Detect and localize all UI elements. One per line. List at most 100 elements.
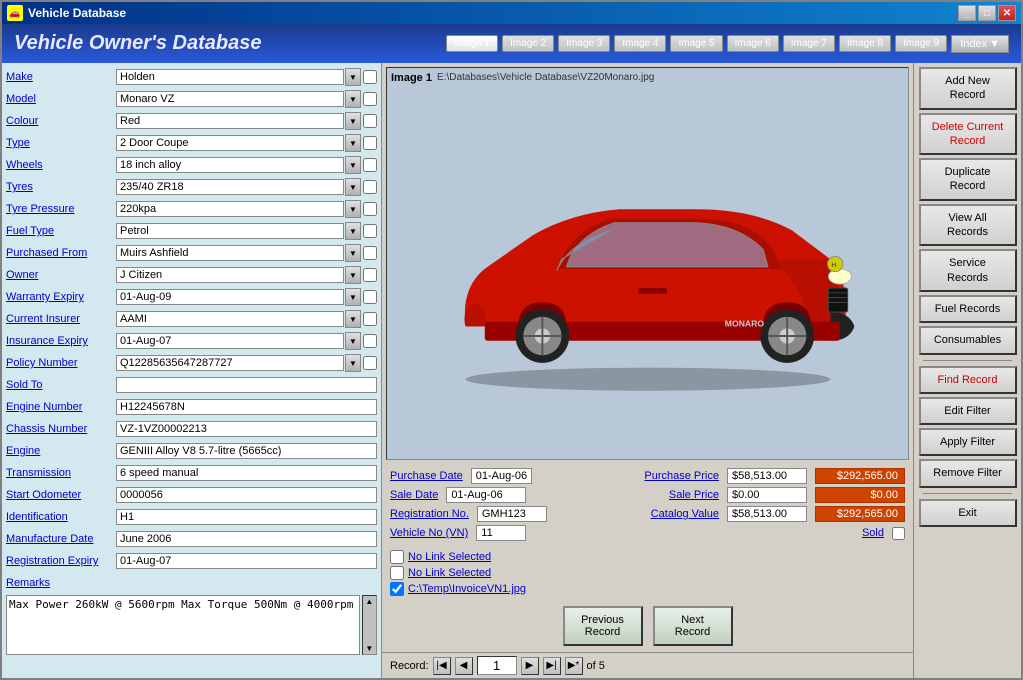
registration-expiry-label[interactable]: Registration Expiry xyxy=(6,555,116,567)
colour-label[interactable]: Colour xyxy=(6,115,116,127)
tyres-dropdown-icon[interactable]: ▼ xyxy=(345,178,361,196)
record-current-input[interactable] xyxy=(477,656,517,675)
engine-number-input[interactable] xyxy=(116,399,377,415)
start-odometer-input[interactable] xyxy=(116,487,377,503)
record-first-button[interactable]: |◀ xyxy=(433,657,451,675)
link-3-checkbox[interactable] xyxy=(390,582,404,596)
chassis-number-label[interactable]: Chassis Number xyxy=(6,423,116,435)
edit-filter-button[interactable]: Edit Filter xyxy=(919,397,1017,425)
owner-dropdown-icon[interactable]: ▼ xyxy=(345,266,361,284)
link-1-checkbox[interactable] xyxy=(390,550,404,564)
index-button[interactable]: Index ▼ xyxy=(951,35,1009,53)
current-insurer-dropdown-icon[interactable]: ▼ xyxy=(345,310,361,328)
policy-number-dropdown-icon[interactable]: ▼ xyxy=(345,354,361,372)
fuel-type-label[interactable]: Fuel Type xyxy=(6,225,116,237)
purchased-from-checkbox[interactable] xyxy=(363,246,377,260)
purchased-from-input[interactable] xyxy=(116,245,344,261)
transmission-label[interactable]: Transmission xyxy=(6,467,116,479)
remarks-scrollbar[interactable]: ▲ ▼ xyxy=(362,595,377,655)
transmission-input[interactable] xyxy=(116,465,377,481)
wheels-checkbox[interactable] xyxy=(363,158,377,172)
current-insurer-label[interactable]: Current Insurer xyxy=(6,313,116,325)
tyres-checkbox[interactable] xyxy=(363,180,377,194)
policy-number-input[interactable] xyxy=(116,355,344,371)
record-last-button[interactable]: ▶| xyxy=(543,657,561,675)
image-tab-6[interactable]: Image 6 xyxy=(727,35,779,52)
colour-dropdown-icon[interactable]: ▼ xyxy=(345,112,361,130)
next-record-button[interactable]: NextRecord xyxy=(653,606,733,646)
consumables-button[interactable]: Consumables xyxy=(919,326,1017,354)
policy-number-label[interactable]: Policy Number xyxy=(6,357,116,369)
maximize-button[interactable]: □ xyxy=(978,5,996,21)
fuel-records-button[interactable]: Fuel Records xyxy=(919,295,1017,323)
identification-label[interactable]: Identification xyxy=(6,511,116,523)
chassis-number-input[interactable] xyxy=(116,421,377,437)
insurance-expiry-input[interactable] xyxy=(116,333,344,349)
tyres-label[interactable]: Tyres xyxy=(6,181,116,193)
image-tab-1[interactable]: Image 1 xyxy=(446,35,498,52)
type-label[interactable]: Type xyxy=(6,137,116,149)
sale-date-label[interactable]: Sale Date xyxy=(390,489,438,501)
tyre-pressure-input[interactable] xyxy=(116,201,344,217)
purchased-from-label[interactable]: Purchased From xyxy=(6,247,116,259)
identification-input[interactable] xyxy=(116,509,377,525)
registration-expiry-input[interactable] xyxy=(116,553,377,569)
tyre-pressure-label[interactable]: Tyre Pressure xyxy=(6,203,116,215)
link-2-checkbox[interactable] xyxy=(390,566,404,580)
record-prev-button[interactable]: ◀ xyxy=(455,657,473,675)
fuel-type-input[interactable] xyxy=(116,223,344,239)
owner-label[interactable]: Owner xyxy=(6,269,116,281)
current-insurer-input[interactable] xyxy=(116,311,344,327)
owner-input[interactable] xyxy=(116,267,344,283)
previous-record-button[interactable]: PreviousRecord xyxy=(563,606,643,646)
image-tab-8[interactable]: Image 8 xyxy=(839,35,891,52)
link-1-text[interactable]: No Link Selected xyxy=(408,551,491,563)
purchase-date-label[interactable]: Purchase Date xyxy=(390,470,463,482)
make-input[interactable] xyxy=(116,69,344,85)
make-dropdown-icon[interactable]: ▼ xyxy=(345,68,361,86)
find-record-button[interactable]: Find Record xyxy=(919,366,1017,394)
record-new-button[interactable]: ▶* xyxy=(565,657,583,675)
wheels-input[interactable] xyxy=(116,157,344,173)
fuel-type-checkbox[interactable] xyxy=(363,224,377,238)
tyres-input[interactable] xyxy=(116,179,344,195)
exit-button[interactable]: Exit xyxy=(919,499,1017,527)
vehicle-no-input[interactable] xyxy=(476,525,526,541)
vehicle-no-label[interactable]: Vehicle No (VN) xyxy=(390,527,468,539)
remarks-label[interactable]: Remarks xyxy=(6,577,116,589)
tyre-pressure-dropdown-icon[interactable]: ▼ xyxy=(345,200,361,218)
engine-input[interactable] xyxy=(116,443,377,459)
image-tab-3[interactable]: Image 3 xyxy=(558,35,610,52)
wheels-label[interactable]: Wheels xyxy=(6,159,116,171)
engine-number-label[interactable]: Engine Number xyxy=(6,401,116,413)
warranty-expiry-dropdown-icon[interactable]: ▼ xyxy=(345,288,361,306)
catalog-value-label[interactable]: Catalog Value xyxy=(651,508,719,520)
wheels-dropdown-icon[interactable]: ▼ xyxy=(345,156,361,174)
minimize-button[interactable]: _ xyxy=(958,5,976,21)
sold-to-input[interactable] xyxy=(116,377,377,393)
type-checkbox[interactable] xyxy=(363,136,377,150)
tyre-pressure-checkbox[interactable] xyxy=(363,202,377,216)
image-tab-5[interactable]: Image 5 xyxy=(670,35,722,52)
scroll-down-icon[interactable]: ▼ xyxy=(365,644,373,653)
start-odometer-label[interactable]: Start Odometer xyxy=(6,489,116,501)
current-insurer-checkbox[interactable] xyxy=(363,312,377,326)
make-label[interactable]: Make xyxy=(6,71,116,83)
reg-no-label[interactable]: Registration No. xyxy=(390,508,469,520)
fuel-type-dropdown-icon[interactable]: ▼ xyxy=(345,222,361,240)
manufacture-date-label[interactable]: Manufacture Date xyxy=(6,533,116,545)
model-input[interactable] xyxy=(116,91,344,107)
type-input[interactable] xyxy=(116,135,344,151)
owner-checkbox[interactable] xyxy=(363,268,377,282)
insurance-expiry-label[interactable]: Insurance Expiry xyxy=(6,335,116,347)
colour-checkbox[interactable] xyxy=(363,114,377,128)
view-all-records-button[interactable]: View AllRecords xyxy=(919,204,1017,247)
image-tab-4[interactable]: Image 4 xyxy=(614,35,666,52)
link-2-text[interactable]: No Link Selected xyxy=(408,567,491,579)
sold-label[interactable]: Sold xyxy=(862,527,884,539)
model-checkbox[interactable] xyxy=(363,92,377,106)
purchased-from-dropdown-icon[interactable]: ▼ xyxy=(345,244,361,262)
image-tab-9[interactable]: Image 9 xyxy=(895,35,947,52)
engine-label[interactable]: Engine xyxy=(6,445,116,457)
delete-current-record-button[interactable]: Delete CurrentRecord xyxy=(919,113,1017,156)
